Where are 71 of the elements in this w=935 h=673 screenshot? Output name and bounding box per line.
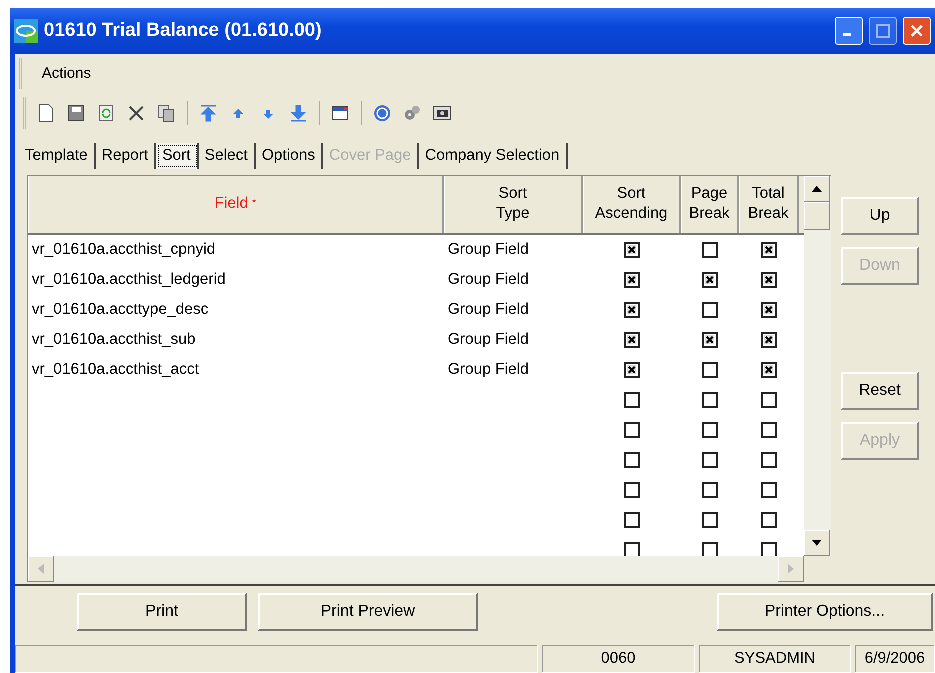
checkbox[interactable] [761, 302, 777, 318]
print-button[interactable]: Printer Options... [717, 593, 933, 632]
checkbox[interactable] [702, 302, 718, 318]
table-cell: Group Field [448, 300, 529, 318]
checkbox[interactable] [702, 332, 718, 348]
checkbox[interactable] [624, 482, 640, 498]
table-cell: vr_01610a.accthist_sub [32, 330, 196, 348]
checkbox[interactable] [624, 362, 640, 378]
close-button[interactable] [903, 16, 931, 45]
maximize-button[interactable] [869, 16, 897, 45]
checkbox[interactable] [761, 512, 777, 528]
checkbox[interactable] [624, 422, 640, 438]
vertical-scrollbar[interactable] [804, 176, 831, 556]
checkbox[interactable] [702, 272, 718, 288]
checkbox[interactable] [761, 332, 777, 348]
tab[interactable]: Template [19, 142, 96, 169]
checkbox[interactable] [624, 272, 640, 288]
checkbox[interactable] [702, 512, 718, 528]
table-cell: vr_01610a.accttype_desc [32, 300, 209, 318]
tab[interactable]: Options [256, 142, 324, 169]
table-cell: Group Field [448, 240, 529, 258]
app-icon [14, 18, 38, 43]
checkbox[interactable] [702, 422, 718, 438]
checkbox[interactable] [624, 242, 640, 258]
table-cell: vr_01610a.accthist_acct [32, 360, 200, 378]
checkbox[interactable] [702, 452, 718, 468]
table-cell: Group Field [448, 330, 529, 348]
status-text: 6/9/2006 [855, 645, 935, 673]
minimize-button[interactable] [835, 16, 863, 45]
scroll-up-icon[interactable] [812, 186, 822, 192]
table-cell: Group Field [448, 360, 529, 378]
tab[interactable]: Company Selection [419, 142, 568, 169]
checkbox[interactable] [761, 392, 777, 408]
table-cell: Group Field [448, 270, 529, 288]
table-cell: vr_01610a.accthist_cpnyid [32, 240, 216, 258]
checkbox[interactable] [624, 452, 640, 468]
checkbox[interactable] [624, 392, 640, 408]
tab[interactable]: Sort [156, 142, 199, 169]
checkbox[interactable] [624, 332, 640, 348]
checkbox[interactable] [761, 362, 777, 378]
window-title: 01610 Trial Balance (01.610.00) [44, 20, 323, 42]
checkbox[interactable] [761, 452, 777, 468]
menu-item[interactable]: Actions [36, 62, 98, 84]
checkbox[interactable] [624, 302, 640, 318]
status-text: 0060 [542, 645, 695, 673]
checkbox[interactable] [624, 512, 640, 528]
column-header[interactable]: Sort Type [444, 176, 583, 233]
side-button[interactable]: Reset [841, 372, 919, 410]
print-button[interactable]: Print Preview [258, 593, 478, 632]
status-text: SYSADMIN [699, 645, 851, 673]
checkbox[interactable] [702, 362, 718, 378]
column-header[interactable]: Page Break [681, 176, 739, 233]
tab[interactable]: Select [198, 142, 256, 169]
table-cell: vr_01610a.accthist_ledgerid [32, 270, 226, 288]
side-button[interactable]: Up [841, 196, 919, 235]
maximize-icon [876, 24, 890, 38]
checkbox[interactable] [761, 422, 777, 438]
required-marker: * [252, 197, 256, 212]
close-icon [910, 24, 924, 38]
column-header[interactable]: Sort Ascending [583, 176, 681, 233]
checkbox[interactable] [702, 392, 718, 408]
scroll-down-icon[interactable] [812, 540, 822, 546]
checkbox[interactable] [761, 272, 777, 288]
column-header[interactable]: Total Break [739, 176, 799, 233]
checkbox[interactable] [702, 482, 718, 498]
checkbox[interactable] [761, 242, 777, 258]
scroll-thumb[interactable] [804, 202, 830, 230]
checkbox[interactable] [702, 242, 718, 258]
checkbox[interactable] [761, 482, 777, 498]
print-button[interactable]: Print [77, 593, 247, 632]
minimize-icon [843, 33, 851, 36]
